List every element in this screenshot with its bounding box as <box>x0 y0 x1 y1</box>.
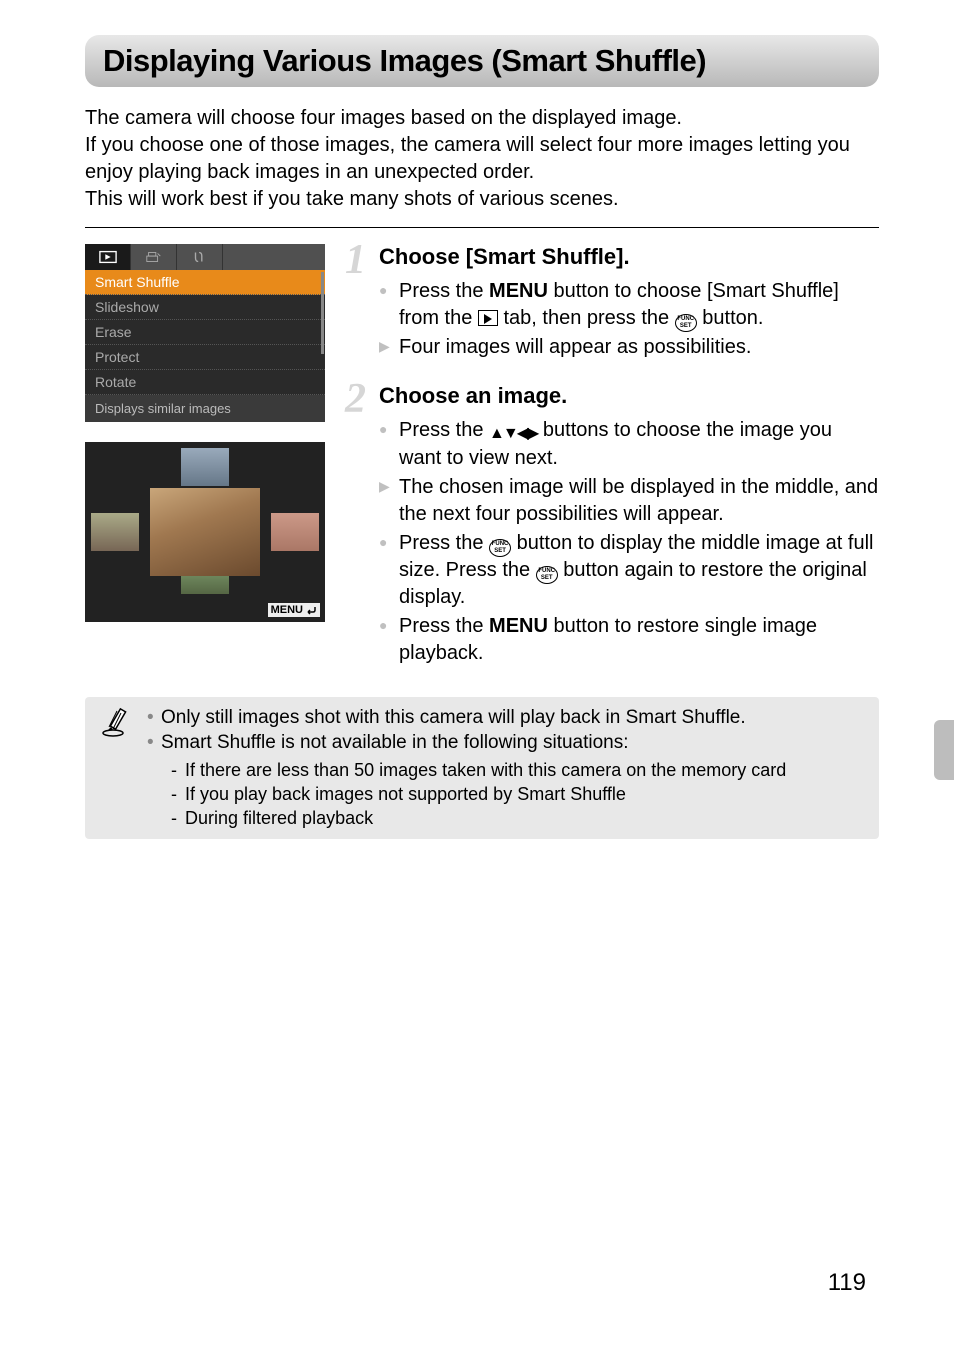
step-bullet: Press the FUNCSET button to display the … <box>379 530 879 611</box>
step-result: Four images will appear as possibilities… <box>379 334 879 361</box>
func-set-inline-icon: FUNCSET <box>675 314 697 332</box>
return-icon <box>305 605 317 615</box>
camera-menu-item: Rotate <box>85 370 325 395</box>
note-sub-item: If you play back images not supported by… <box>161 782 867 806</box>
step-title: Choose an image. <box>379 383 879 409</box>
step-1: 1 Choose [Smart Shuffle]. Press the MENU… <box>351 244 879 361</box>
section-side-tab <box>934 720 954 780</box>
section-divider <box>85 227 879 228</box>
step-title: Choose [Smart Shuffle]. <box>379 244 879 270</box>
playback-tab-inline-icon <box>478 310 498 326</box>
camera-menu-item: Protect <box>85 345 325 370</box>
camera-menu-item: Erase <box>85 320 325 345</box>
camera-menu-scrollbar <box>321 272 324 354</box>
tools-tab-icon <box>177 244 223 270</box>
page-title-bar: Displaying Various Images (Smart Shuffle… <box>85 35 879 87</box>
step-2: 2 Choose an image. Press the ▲▼◀▶ button… <box>351 383 879 667</box>
preview-thumb-right <box>271 513 319 551</box>
page-title: Displaying Various Images (Smart Shuffle… <box>103 43 861 79</box>
menu-text-icon: MENU <box>489 280 548 302</box>
camera-menu-item: Smart Shuffle <box>85 270 325 295</box>
intro-paragraph: The camera will choose four images based… <box>85 105 879 213</box>
step-result: The chosen image will be displayed in th… <box>379 474 879 528</box>
camera-menu-hint: Displays similar images <box>85 395 325 422</box>
preview-thumb-left <box>91 513 139 551</box>
pencil-note-icon <box>99 707 131 739</box>
page-number: 119 <box>828 1269 866 1297</box>
preview-center-image <box>150 488 260 576</box>
preview-thumb-top <box>181 448 229 486</box>
step-bullet: Press the ▲▼◀▶ buttons to choose the ima… <box>379 417 879 472</box>
dpad-arrows-icon: ▲▼◀▶ <box>489 423 537 445</box>
func-set-inline-icon: FUNCSET <box>536 566 558 584</box>
notes-box: Only still images shot with this camera … <box>85 697 879 839</box>
note-sub-item: If there are less than 50 images taken w… <box>161 758 867 782</box>
shuffle-preview-screenshot: MENU <box>85 442 325 622</box>
note-item: Smart Shuffle is not available in the fo… <box>147 730 867 831</box>
step-number: 2 <box>345 375 366 423</box>
camera-menu-screenshot: Smart Shuffle Slideshow Erase Protect Ro… <box>85 244 325 422</box>
step-bullet: Press the MENU button to restore single … <box>379 613 879 667</box>
print-tab-icon <box>131 244 177 270</box>
menu-text-icon: MENU <box>489 615 548 637</box>
note-sub-item: During filtered playback <box>161 806 867 830</box>
step-bullet: Press the MENU button to choose [Smart S… <box>379 278 879 332</box>
preview-menu-return-label: MENU <box>268 603 320 617</box>
playback-tab-icon <box>85 244 131 270</box>
note-item: Only still images shot with this camera … <box>147 705 867 731</box>
func-set-inline-icon: FUNCSET <box>489 539 511 557</box>
camera-menu-item: Slideshow <box>85 295 325 320</box>
step-number: 1 <box>345 236 366 284</box>
